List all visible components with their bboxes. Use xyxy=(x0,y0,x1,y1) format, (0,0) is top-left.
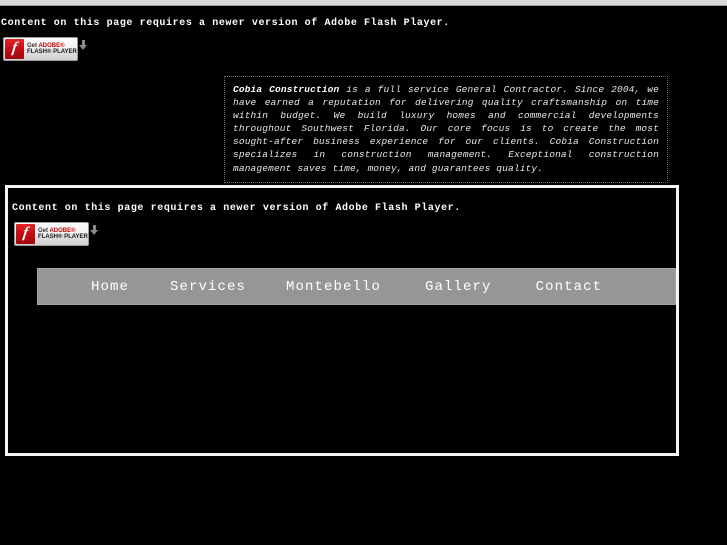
download-arrow-icon xyxy=(79,40,88,52)
flash-badge-adobe-label: ADOBE® xyxy=(49,227,76,234)
get-adobe-flash-player-badge-panel[interactable]: Get ADOBE® FLASH® PLAYER xyxy=(14,222,99,246)
flash-badge-text: Get ADOBE® FLASH® PLAYER xyxy=(38,228,88,241)
flash-badge-get-label: Get xyxy=(38,227,50,234)
nav-item-montebello[interactable]: Montebello xyxy=(286,279,381,295)
about-company-body: is a full service General Contractor. Si… xyxy=(233,84,659,174)
download-arrow-icon xyxy=(90,225,99,237)
nav-item-home[interactable]: Home xyxy=(91,279,129,295)
flash-stage-placeholder xyxy=(8,305,676,453)
flash-missing-notice-top: Content on this page requires a newer ve… xyxy=(1,18,450,29)
nav-item-services[interactable]: Services xyxy=(170,279,246,295)
flash-badge-adobe-label: ADOBE® xyxy=(38,42,65,49)
nav-item-gallery[interactable]: Gallery xyxy=(425,279,492,295)
browser-chrome-strip xyxy=(0,0,727,6)
flash-badge-get-label: Get xyxy=(27,42,39,49)
flash-logo-icon xyxy=(16,224,35,244)
site-content-frame: Content on this page requires a newer ve… xyxy=(5,185,679,456)
flash-badge-line2: FLASH® PLAYER xyxy=(27,49,77,55)
flash-badge-text: Get ADOBE® FLASH® PLAYER xyxy=(27,43,77,56)
about-company-paragraph: Cobia Construction is a full service Gen… xyxy=(233,83,659,175)
nav-item-contact[interactable]: Contact xyxy=(536,279,603,295)
flash-logo-icon xyxy=(5,39,24,59)
flash-missing-notice-panel: Content on this page requires a newer ve… xyxy=(12,203,461,214)
primary-navigation-bar: Home Services Montebello Gallery Contact xyxy=(37,268,676,305)
company-name: Cobia Construction xyxy=(233,84,340,95)
flash-badge-line2: FLASH® PLAYER xyxy=(38,234,88,240)
about-company-box: Cobia Construction is a full service Gen… xyxy=(224,76,668,183)
get-adobe-flash-player-badge-top[interactable]: Get ADOBE® FLASH® PLAYER xyxy=(3,37,88,61)
